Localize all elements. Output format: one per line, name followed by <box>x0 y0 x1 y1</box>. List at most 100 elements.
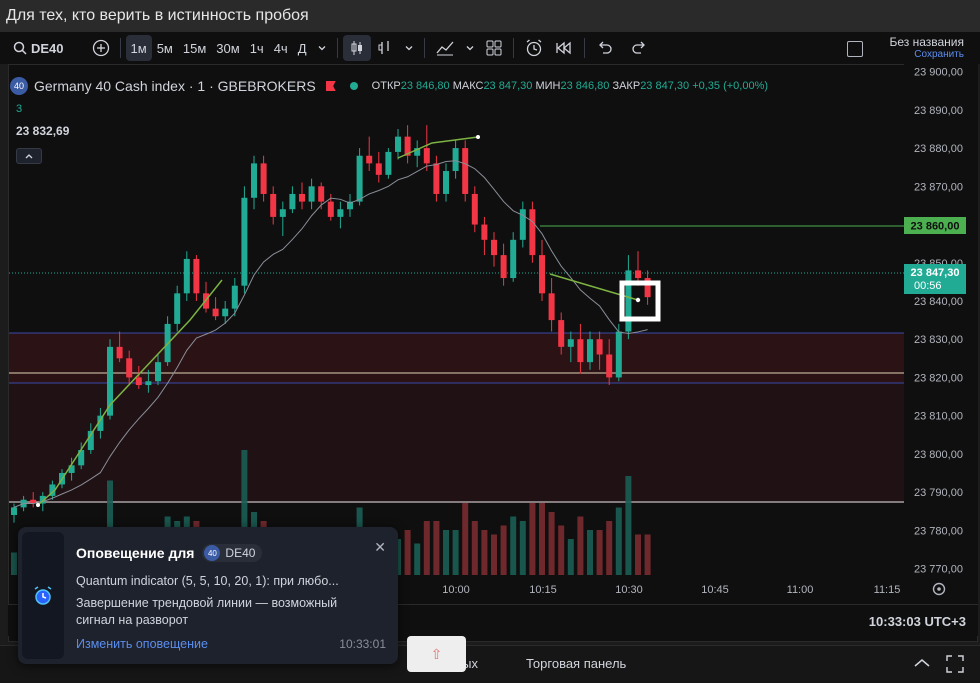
open-label: ОТКР <box>371 80 401 92</box>
candle-body <box>318 186 325 202</box>
volume-bar <box>548 512 555 575</box>
volume-bar <box>11 552 17 575</box>
candle <box>366 136 373 172</box>
candle-body <box>510 239 517 279</box>
trend-line-down[interactable] <box>549 273 639 301</box>
volume-bar <box>510 516 517 575</box>
ohlc-values: ОТКР23 846,80 МАКС23 847,30 МИН23 846,80… <box>372 80 768 92</box>
candle <box>289 186 296 214</box>
candle-body <box>337 209 344 217</box>
alert-notification[interactable]: Оповещение для 40 DE40 ✕ Quantum indicat… <box>18 527 398 664</box>
price-tick-label: 23 900,00 <box>914 67 963 79</box>
trend-anchor[interactable] <box>36 503 40 507</box>
volume-bar <box>615 507 622 575</box>
series-legend[interactable]: 40 Germany 40 Cash index · 1 · GBEBROKER… <box>10 77 768 95</box>
notification-title-text: Оповещение для <box>76 545 195 561</box>
volume-bar <box>443 530 449 575</box>
candle-body <box>270 193 277 217</box>
time-axis[interactable]: 10:00 10:15 10:30 10:45 11:00 11:15 <box>442 584 900 596</box>
candle-body <box>11 507 17 516</box>
candle <box>443 163 449 202</box>
trend-anchor[interactable] <box>476 135 480 139</box>
candle <box>347 193 353 217</box>
edit-alert-link[interactable]: Изменить оповещение <box>76 637 208 651</box>
volume-bar <box>529 503 536 575</box>
volume-bar <box>644 534 651 575</box>
candle-body <box>625 270 632 332</box>
candle <box>174 285 181 332</box>
candle <box>270 186 277 225</box>
candle-body <box>251 163 257 198</box>
notification-time: 10:33:01 <box>339 637 386 651</box>
candle <box>491 232 497 267</box>
close-icon[interactable]: ✕ <box>374 539 386 556</box>
symbol-badge: 40 <box>10 77 28 95</box>
candle-body <box>462 148 469 194</box>
price-tick-label: 23 890,00 <box>914 105 963 117</box>
notification-condition: Quantum indicator (5, 5, 10, 20, 1): при… <box>76 574 339 588</box>
volume-bar <box>519 521 526 575</box>
last-price-label: 23 847,30 <box>911 267 960 279</box>
scroll-up-button[interactable]: ⇧ <box>407 636 466 672</box>
candle-body <box>443 171 449 194</box>
candle-body <box>635 270 641 279</box>
notification-symbol-chip[interactable]: 40 DE40 <box>202 544 263 562</box>
candle-body <box>395 136 401 152</box>
candle-body <box>327 201 334 217</box>
candle-body <box>231 285 238 309</box>
indicator-length: 3 <box>16 103 23 115</box>
price-tick-label: 23 830,00 <box>914 334 963 346</box>
clock-timezone[interactable]: 10:33:03 UTC+3 <box>869 614 966 629</box>
candle <box>356 148 363 206</box>
candle <box>462 140 469 202</box>
candle <box>395 128 401 160</box>
candle <box>519 201 526 248</box>
candle <box>471 186 478 233</box>
candle-body <box>279 209 286 217</box>
time-tick-label: 10:00 <box>442 584 470 596</box>
volume-bar <box>471 521 478 575</box>
candle <box>510 232 517 282</box>
candle-body <box>587 339 593 363</box>
collapse-legend-button[interactable] <box>16 148 42 164</box>
notification-message-line1: Завершение трендовой линии — возможный <box>76 596 338 610</box>
volume-bar <box>491 534 497 575</box>
candle-body <box>135 377 142 386</box>
notification-message-line2: сигнал на разворот <box>76 613 189 627</box>
zone-lower <box>9 383 904 503</box>
volume-bar <box>539 503 545 575</box>
candle-body <box>308 186 315 202</box>
time-tick-label: 10:45 <box>701 584 729 596</box>
candle-body <box>145 381 152 386</box>
trend-end-point[interactable] <box>635 297 641 303</box>
chevron-up-icon <box>25 154 33 159</box>
flag-icon[interactable] <box>325 81 336 91</box>
candle-body <box>174 293 181 324</box>
candle-body <box>606 354 613 378</box>
volume-bar <box>404 530 411 575</box>
price-tick-label: 23 770,00 <box>914 564 963 576</box>
candle <box>433 155 440 202</box>
volume-bar <box>635 534 641 575</box>
candle-body <box>116 346 123 359</box>
low-label: МИН <box>535 80 561 92</box>
candle <box>251 155 257 210</box>
candle-body <box>433 163 440 194</box>
candle-body <box>491 239 497 256</box>
arrow-up-icon: ⇧ <box>430 645 443 662</box>
candle <box>539 239 545 301</box>
candle-body <box>529 209 536 256</box>
candle <box>385 148 392 179</box>
time-tick-label: 10:15 <box>529 584 557 596</box>
volume-bar <box>452 530 459 575</box>
series-title[interactable]: Germany 40 Cash index · 1 · GBEBROKERS <box>34 78 316 94</box>
candle-body <box>260 163 267 194</box>
tab-trading-panel[interactable]: Торговая панель <box>526 656 626 671</box>
collapse-panel-icon[interactable] <box>912 656 932 672</box>
candle <box>481 216 488 256</box>
volume-bar <box>587 530 593 575</box>
maximize-panel-icon[interactable] <box>945 654 965 674</box>
candle <box>548 278 555 332</box>
bar-countdown: 00:56 <box>914 280 942 292</box>
candle-body <box>366 155 373 164</box>
